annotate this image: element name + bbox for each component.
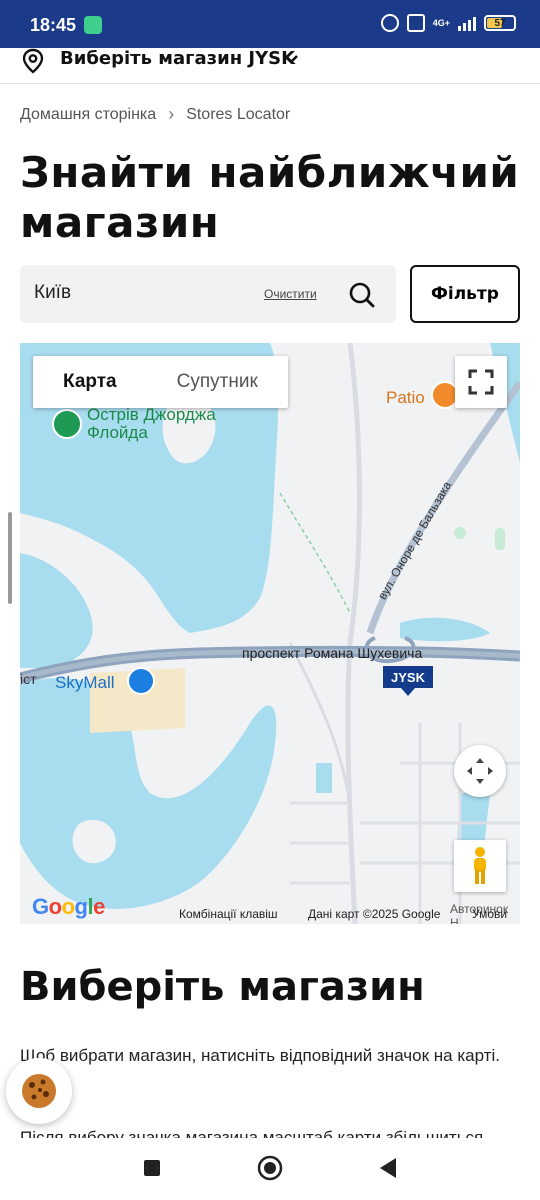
app-notification-icon — [84, 16, 102, 34]
search-icon[interactable] — [348, 281, 376, 313]
scrollbar[interactable] — [8, 512, 12, 604]
status-time: 18:45 — [30, 15, 77, 35]
map-data-attribution: Дані карт ©2025 Google — [308, 907, 441, 921]
map-label-mall: SkyMall — [55, 673, 115, 692]
instruction-paragraph: Щоб вибрати магазин, натисніть відповідн… — [20, 1046, 500, 1065]
keyboard-shortcuts-link[interactable]: Комбінації клавіш — [179, 907, 278, 921]
pegman-icon — [474, 847, 486, 884]
alarm-icon — [380, 14, 399, 32]
battery-icon: 57 — [484, 15, 516, 31]
recents-button[interactable] — [143, 1159, 161, 1181]
home-icon — [257, 1155, 283, 1181]
search-value: Київ — [34, 282, 72, 303]
street-view-button[interactable] — [454, 840, 506, 892]
location-pin-icon — [22, 48, 44, 78]
chevron-down-icon — [282, 51, 300, 70]
marker-pointer-icon — [401, 688, 415, 696]
map[interactable]: Острів Джорджа Флойда SkyMall Patio прос… — [20, 343, 520, 924]
map-label-avenue: проспект Романа Шухевича — [242, 645, 423, 661]
status-bar: 18:45 4G+ 57 — [0, 0, 540, 48]
page-title: Знайти найближчий магазин — [20, 148, 520, 247]
jysk-store-marker[interactable]: JYSK — [383, 666, 433, 688]
tab-satellite[interactable]: Супутник — [147, 356, 288, 408]
google-logo-text: Google — [32, 894, 105, 919]
section-title: Виберіть магазин — [20, 964, 425, 1010]
search-input[interactable]: Київ Очистити — [20, 265, 396, 323]
map-type-tabs: Карта Супутник — [33, 356, 288, 408]
breadcrumb-current[interactable]: Stores Locator — [186, 106, 290, 124]
google-logo: Google — [32, 894, 105, 920]
vibrate-off-icon — [406, 14, 425, 32]
fullscreen-icon — [468, 369, 494, 395]
map-label-restaurant: Patio — [386, 388, 425, 407]
cookie-settings-button[interactable] — [6, 1058, 72, 1124]
filter-button[interactable]: Фільтр — [410, 265, 520, 323]
breadcrumb: Домашня сторінка › Stores Locator — [20, 104, 290, 125]
tab-map[interactable]: Карта — [33, 356, 147, 408]
status-icons: 4G+ 57 — [380, 14, 516, 32]
park-icon — [52, 409, 82, 439]
map-label-island: Острів Джорджа Флойда — [87, 405, 216, 442]
clear-search-link[interactable]: Очистити — [264, 287, 317, 301]
breadcrumb-home-link[interactable]: Домашня сторінка — [20, 106, 156, 124]
signal-icon — [458, 15, 476, 31]
pan-control-button[interactable] — [454, 745, 506, 797]
fullscreen-button[interactable] — [455, 356, 507, 408]
store-selector-label: Виберіть магазин JYSK — [60, 48, 296, 69]
shopping-icon — [127, 667, 155, 695]
terms-link[interactable]: Умови — [472, 907, 507, 921]
cookie-icon — [22, 1074, 56, 1108]
battery-level: 57 — [494, 17, 506, 29]
back-icon — [380, 1158, 396, 1178]
breadcrumb-separator: › — [168, 104, 175, 124]
recents-icon — [144, 1160, 160, 1176]
back-button[interactable] — [378, 1157, 398, 1183]
move-arrows-icon — [467, 758, 493, 784]
home-button[interactable] — [257, 1155, 283, 1185]
network-type-label: 4G+ — [432, 17, 450, 28]
map-label-edge-left: іст — [20, 671, 37, 687]
system-nav-bar — [0, 1138, 540, 1200]
store-selector[interactable]: Виберіть магазин JYSK — [0, 48, 540, 84]
jysk-marker-label: JYSK — [391, 669, 425, 685]
